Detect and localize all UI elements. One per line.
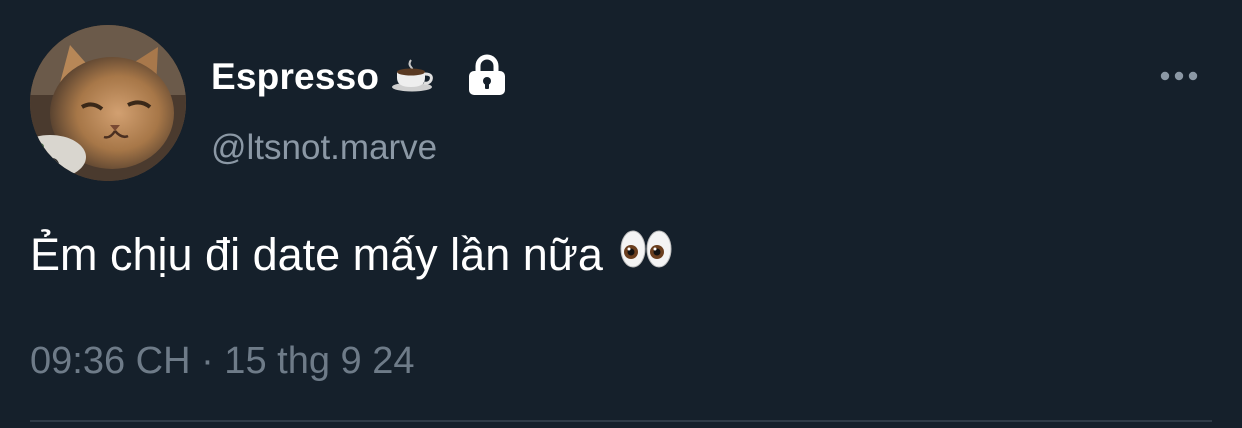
author-handle[interactable]: @ltsnot.marve [211, 128, 437, 168]
eyes-icon [619, 228, 673, 281]
cat-avatar-icon [30, 25, 186, 181]
tweet-body: Ẻm chịu đi date mấy lần nữa [30, 228, 603, 280]
tweet-card: Espresso @ltsnot.marve Ẻm chịu đi date m… [0, 0, 1242, 428]
tweet-text: Ẻm chịu đi date mấy lần nữa [30, 228, 673, 281]
lock-icon [467, 54, 507, 101]
avatar[interactable] [30, 25, 186, 181]
more-options-button[interactable] [1156, 62, 1202, 90]
display-name[interactable]: Espresso [211, 56, 379, 98]
coffee-cup-icon [391, 58, 437, 97]
tweet-timestamp[interactable]: 09:36 CH · 15 thg 9 24 [30, 340, 414, 383]
more-horizontal-icon [1160, 71, 1198, 81]
author-name-row: Espresso [211, 52, 507, 102]
divider [30, 420, 1212, 422]
